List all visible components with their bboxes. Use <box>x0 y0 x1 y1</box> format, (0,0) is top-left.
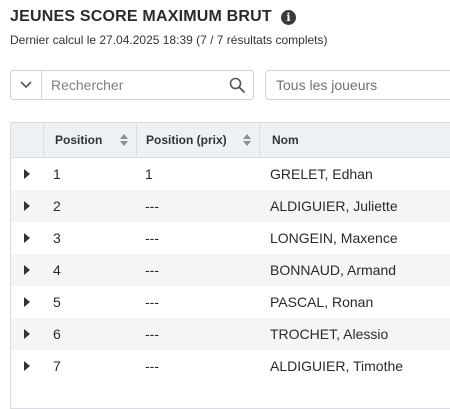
expand-row-icon[interactable] <box>24 169 30 179</box>
name-cell: BONNAUD, Armand <box>270 262 397 278</box>
table-row[interactable]: 6 --- TROCHET, Alessio <box>11 318 450 350</box>
prize-position-cell: --- <box>145 230 159 246</box>
expand-row-icon[interactable] <box>24 201 30 211</box>
prize-position-cell: --- <box>145 198 159 214</box>
sort-icon[interactable] <box>243 134 251 146</box>
prize-position-cell: --- <box>145 358 159 374</box>
info-icon[interactable]: i <box>280 9 296 25</box>
table-row[interactable]: 7 --- ALDIGUIER, Timothe <box>11 350 450 382</box>
column-header-label: Position <box>55 133 103 147</box>
name-cell: ALDIGUIER, Timothe <box>270 358 404 374</box>
prize-position-cell: --- <box>145 326 159 342</box>
name-cell: PASCAL, Ronan <box>270 294 374 310</box>
sort-icon[interactable] <box>120 134 128 146</box>
table-row[interactable]: 2 --- ALDIGUIER, Juliette <box>11 190 450 222</box>
last-calculation-subtitle: Dernier calcul le 27.04.2025 18:39 (7 / … <box>10 33 328 47</box>
chevron-down-icon <box>20 81 32 89</box>
column-header-label: Position (prix) <box>146 133 227 147</box>
toolbar: Rechercher Tous les joueurs <box>10 70 450 102</box>
column-header-label: Nom <box>272 133 299 147</box>
results-table: Position Position (prix) Nom 1 1 GRELET, E… <box>10 122 450 409</box>
search-input[interactable]: Rechercher <box>51 77 123 93</box>
position-cell: 3 <box>53 230 61 246</box>
table-row[interactable]: 3 --- LONGEIN, Maxence <box>11 222 450 254</box>
position-cell: 5 <box>53 294 61 310</box>
page-title: JEUNES SCORE MAXIMUM BRUT <box>10 8 272 25</box>
search-dropdown-button[interactable] <box>11 71 42 99</box>
expand-row-icon[interactable] <box>24 297 30 307</box>
expand-row-icon[interactable] <box>24 329 30 339</box>
name-cell: TROCHET, Alessio <box>270 326 389 342</box>
table-row[interactable]: 1 1 GRELET, Edhan <box>11 158 450 190</box>
table-row[interactable]: 4 --- BONNAUD, Armand <box>11 254 450 286</box>
player-filter-select[interactable]: Tous les joueurs <box>265 70 450 100</box>
position-cell: 7 <box>53 358 61 374</box>
expand-column-header <box>11 123 43 157</box>
name-cell: LONGEIN, Maxence <box>270 230 398 246</box>
prize-position-cell: --- <box>145 262 159 278</box>
column-header-position[interactable]: Position <box>43 123 136 157</box>
name-cell: ALDIGUIER, Juliette <box>270 198 398 214</box>
expand-row-icon[interactable] <box>24 265 30 275</box>
table-row[interactable]: 5 --- PASCAL, Ronan <box>11 286 450 318</box>
player-filter-value: Tous les joueurs <box>276 77 378 93</box>
name-cell: GRELET, Edhan <box>270 166 373 182</box>
column-header-prize-position[interactable]: Position (prix) <box>136 123 259 157</box>
column-header-name[interactable]: Nom <box>259 123 450 157</box>
search-icon[interactable] <box>229 77 245 93</box>
position-cell: 2 <box>53 198 61 214</box>
position-cell: 6 <box>53 326 61 342</box>
position-cell: 1 <box>53 166 61 182</box>
prize-position-cell: 1 <box>145 166 153 182</box>
table-header: Position Position (prix) Nom <box>11 123 450 158</box>
expand-row-icon[interactable] <box>24 361 30 371</box>
expand-row-icon[interactable] <box>24 233 30 243</box>
position-cell: 4 <box>53 262 61 278</box>
prize-position-cell: --- <box>145 294 159 310</box>
table-body: 1 1 GRELET, Edhan 2 --- ALDIGUIER, Juliette 3 -… <box>11 158 450 382</box>
search-box: Rechercher <box>10 70 254 100</box>
title-row: JEUNES SCORE MAXIMUM BRUT i <box>10 6 296 28</box>
